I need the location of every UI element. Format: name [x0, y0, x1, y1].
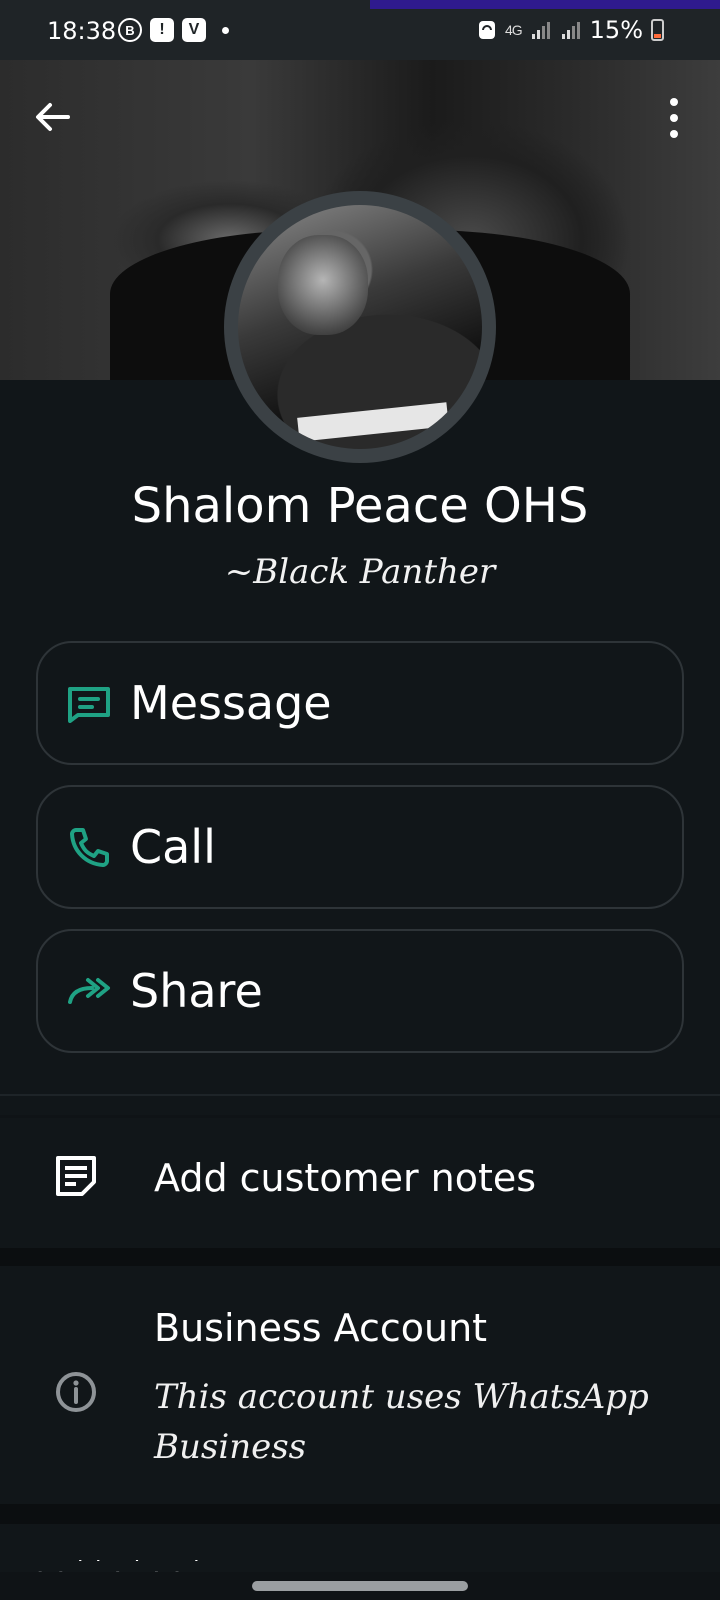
- battery-icon: [651, 19, 664, 41]
- notification-icons: B ! V: [118, 18, 229, 42]
- signal-2-icon: [561, 22, 580, 39]
- phone-icon: [70, 828, 109, 867]
- notes-icon: [56, 1156, 96, 1196]
- status-accent-bar: [370, 0, 720, 9]
- network-type: 4G: [504, 22, 523, 38]
- status-time: 18:38: [47, 17, 117, 45]
- info-icon: [56, 1372, 96, 1412]
- add-customer-notes-row[interactable]: Add customer notes: [0, 1118, 720, 1248]
- share-button[interactable]: Share: [36, 929, 684, 1053]
- profile-photo[interactable]: [224, 191, 496, 463]
- business-account-title: Business Account: [154, 1306, 488, 1350]
- more-vert-icon: [670, 98, 678, 106]
- message-label: Message: [130, 676, 332, 730]
- battery-saver-icon: [478, 21, 495, 39]
- status-bar: 18:38 B ! V 4G 15%: [0, 0, 720, 60]
- share-label: Share: [130, 964, 263, 1018]
- media-section-title-peek: . . ' ' . ' . . ': [36, 1560, 376, 1572]
- call-label: Call: [130, 820, 216, 874]
- status-right: 4G 15%: [477, 16, 664, 44]
- signal-1-icon: [531, 22, 550, 39]
- v-badge-icon: V: [182, 18, 206, 42]
- call-button[interactable]: Call: [36, 785, 684, 909]
- section-gap: [0, 1248, 720, 1266]
- more-notifications-dot-icon: [222, 26, 229, 34]
- avatar: [238, 205, 482, 449]
- share-icon: [68, 978, 110, 1004]
- contact-name: Shalom Peace OHS: [131, 478, 589, 534]
- business-badge-icon: B: [118, 18, 142, 42]
- more-options-button[interactable]: [664, 98, 684, 138]
- section-gap: [0, 1504, 720, 1524]
- add-customer-notes-label: Add customer notes: [154, 1156, 537, 1200]
- divider: [0, 1094, 720, 1096]
- business-account-description: This account uses WhatsApp Business: [154, 1377, 649, 1467]
- back-button[interactable]: [30, 95, 74, 139]
- alert-badge-icon: !: [150, 18, 174, 42]
- arrow-left-icon: [36, 103, 70, 131]
- message-button[interactable]: Message: [36, 641, 684, 765]
- contact-about: ~Black Panther: [224, 552, 496, 592]
- battery-percent: 15%: [589, 16, 643, 44]
- business-account-section: Business Account This account uses Whats…: [0, 1266, 720, 1504]
- message-icon: [68, 687, 110, 723]
- home-gesture-handle[interactable]: [252, 1581, 468, 1591]
